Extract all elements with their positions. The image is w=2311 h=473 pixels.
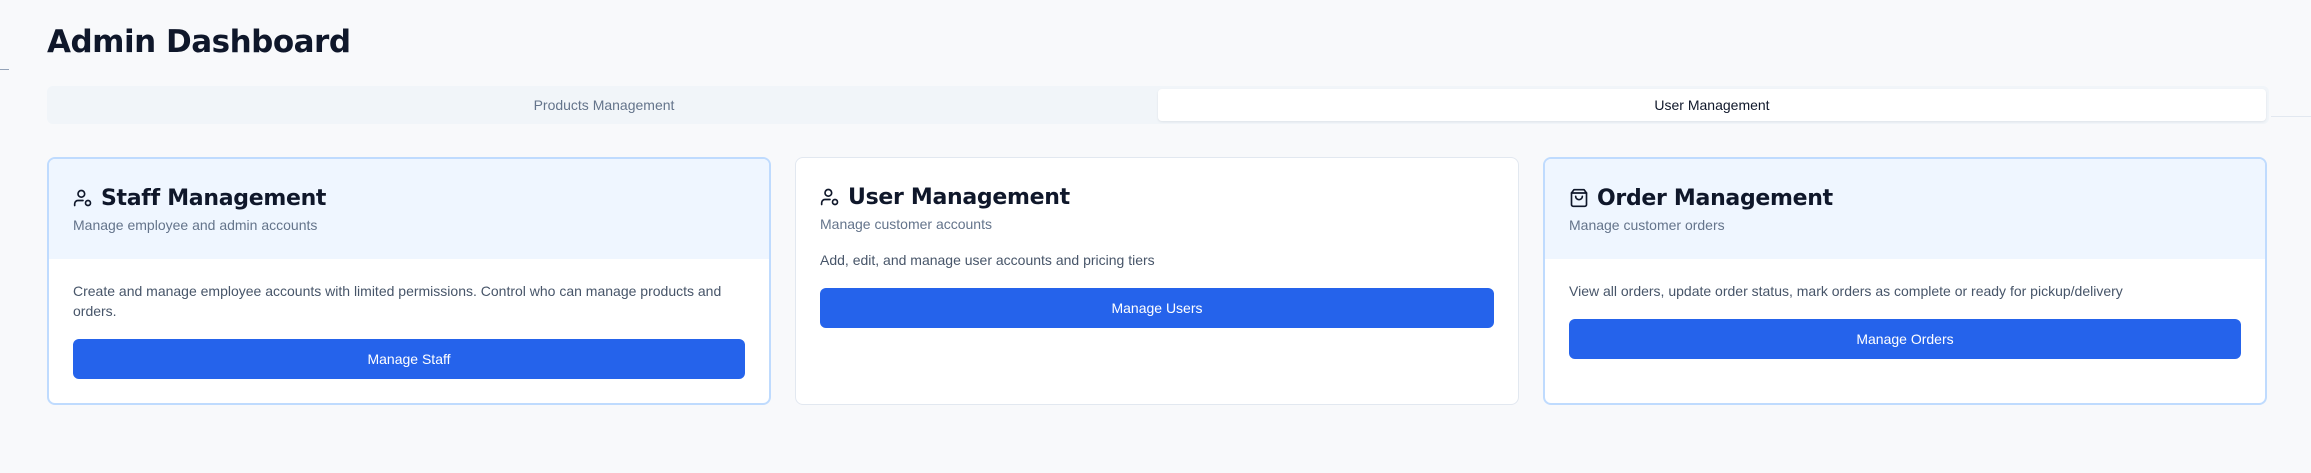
manage-staff-button[interactable]: Manage Staff	[73, 339, 745, 379]
card-text: View all orders, update order status, ma…	[1569, 283, 2123, 299]
tab-list: Products Management User Management	[47, 86, 2269, 124]
shopping-bag-icon	[1569, 188, 1589, 208]
card-header: Order Management Manage customer orders	[1545, 159, 2265, 259]
user-cog-icon	[820, 187, 840, 207]
card-grid: Staff Management Manage employee and adm…	[47, 157, 2269, 405]
card-body: Create and manage employee accounts with…	[49, 259, 769, 403]
card-header: User Management Manage customer accounts	[796, 158, 1518, 236]
user-cog-icon	[73, 188, 93, 208]
card-text: Add, edit, and manage user accounts and …	[820, 252, 1155, 268]
card-description: Manage customer orders	[1569, 217, 1725, 233]
tab-user-management[interactable]: User Management	[1158, 89, 2266, 121]
card-description: Manage employee and admin accounts	[73, 217, 318, 233]
tab-products-management[interactable]: Products Management	[50, 89, 1158, 121]
user-management-card: User Management Manage customer accounts…	[795, 157, 1519, 405]
left-edge-divider	[0, 69, 9, 70]
admin-dashboard: Admin Dashboard Products Management User…	[47, 22, 2269, 405]
staff-management-card: Staff Management Manage employee and adm…	[47, 157, 771, 405]
card-body: Add, edit, and manage user accounts and …	[796, 236, 1518, 352]
card-title: Staff Management	[101, 185, 327, 211]
card-title: Order Management	[1597, 185, 1833, 211]
order-management-card: Order Management Manage customer orders …	[1543, 157, 2267, 405]
card-description: Manage customer accounts	[820, 216, 992, 232]
card-header: Staff Management Manage employee and adm…	[49, 159, 769, 259]
card-title: User Management	[848, 184, 1070, 210]
manage-users-button[interactable]: Manage Users	[820, 288, 1494, 328]
page-title: Admin Dashboard	[47, 24, 351, 60]
right-edge-divider	[2271, 116, 2311, 117]
card-body: View all orders, update order status, ma…	[1545, 259, 2265, 383]
card-text: Create and manage employee accounts with…	[73, 283, 722, 319]
manage-orders-button[interactable]: Manage Orders	[1569, 319, 2241, 359]
